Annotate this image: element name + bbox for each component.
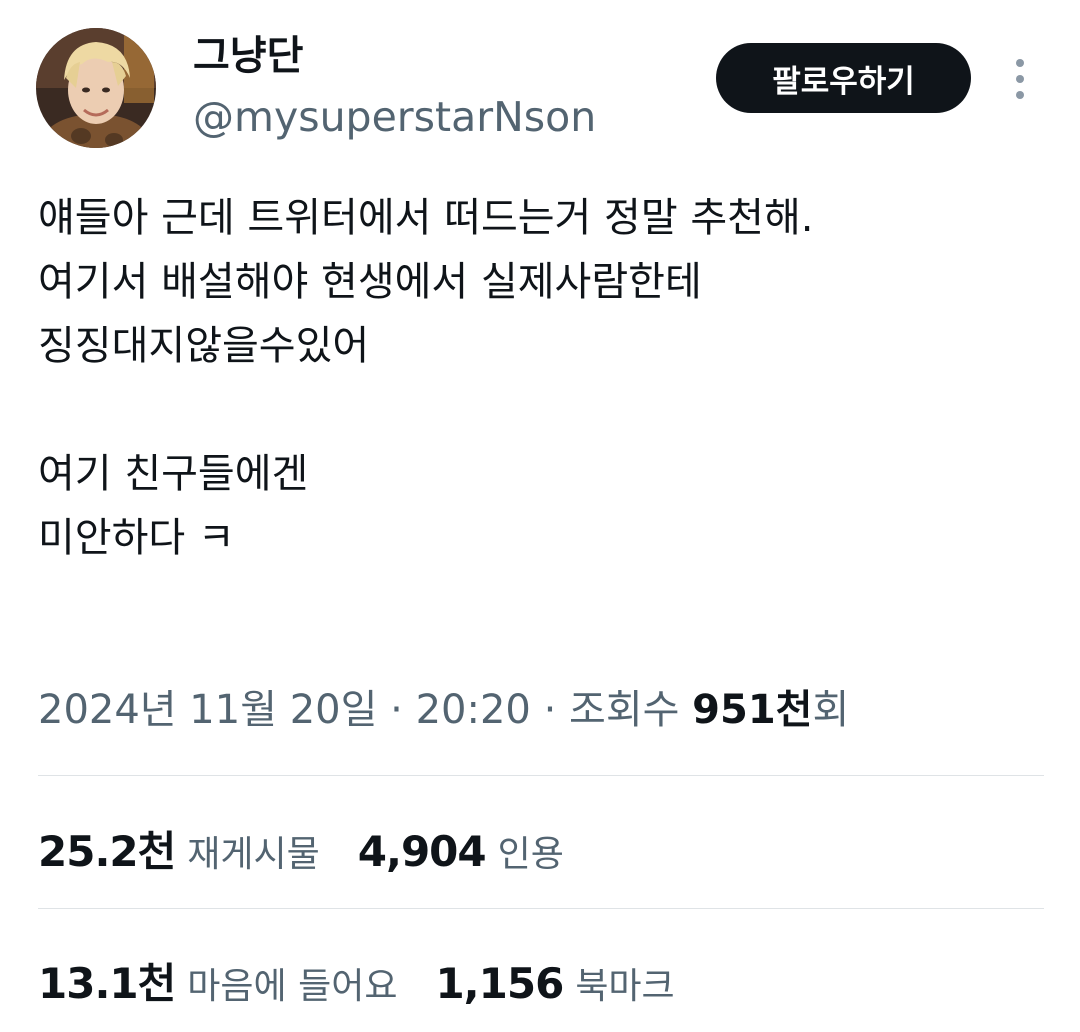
views-count[interactable]: 951천 — [692, 687, 812, 733]
tweet-meta: 2024년 11월 20일 · 20:20 · 조회수 951천회 — [38, 680, 849, 740]
divider — [38, 775, 1044, 776]
bookmarks-label: 북마크 — [575, 966, 675, 1007]
views-suffix: 회 — [812, 687, 850, 733]
divider — [38, 908, 1044, 909]
stats-row-reposts: 25.2천 재게시물 4,904 인용 — [38, 818, 602, 878]
quotes-count: 4,904 — [357, 827, 487, 876]
likes-count: 13.1천 — [38, 959, 176, 1008]
reposts-label: 재게시물 — [187, 834, 320, 875]
likes-label: 마음에 들어요 — [187, 966, 398, 1007]
bookmarks-count: 1,156 — [435, 959, 564, 1008]
more-dot — [1016, 91, 1024, 99]
more-dot — [1016, 59, 1024, 67]
tweet-time[interactable]: 20:20 — [416, 687, 531, 733]
user-handle[interactable]: @mysuperstarNson — [193, 90, 596, 144]
stats-row-likes: 13.1천 마음에 들어요 1,156 북마크 — [38, 950, 713, 1010]
avatar[interactable] — [36, 28, 156, 148]
tweet-date[interactable]: 2024년 11월 20일 — [38, 687, 377, 733]
meta-separator: · — [530, 687, 570, 733]
bookmarks-stat[interactable]: 1,156 북마크 — [435, 957, 674, 1009]
quotes-label: 인용 — [497, 834, 564, 875]
more-dot — [1016, 75, 1024, 83]
views-label: 조회수 — [569, 687, 693, 733]
more-vertical-icon[interactable] — [1000, 55, 1040, 103]
tweet-text: 얘들아 근데 트위터에서 떠드는거 정말 추천해. 여기서 배설해야 현생에서 … — [38, 195, 814, 561]
reposts-stat[interactable]: 25.2천 재게시물 — [38, 818, 320, 879]
display-name[interactable]: 그냥단 — [193, 30, 303, 82]
quotes-stat[interactable]: 4,904 인용 — [358, 825, 564, 877]
avatar-image — [36, 28, 156, 148]
follow-button[interactable]: 팔로우하기 — [716, 43, 971, 113]
tweet-header: 그냥단 @mysuperstarNson 팔로우하기 — [0, 0, 1080, 160]
reposts-count: 25.2천 — [38, 827, 176, 876]
meta-separator: · — [377, 687, 416, 733]
likes-stat[interactable]: 13.1천 마음에 들어요 — [38, 950, 397, 1011]
